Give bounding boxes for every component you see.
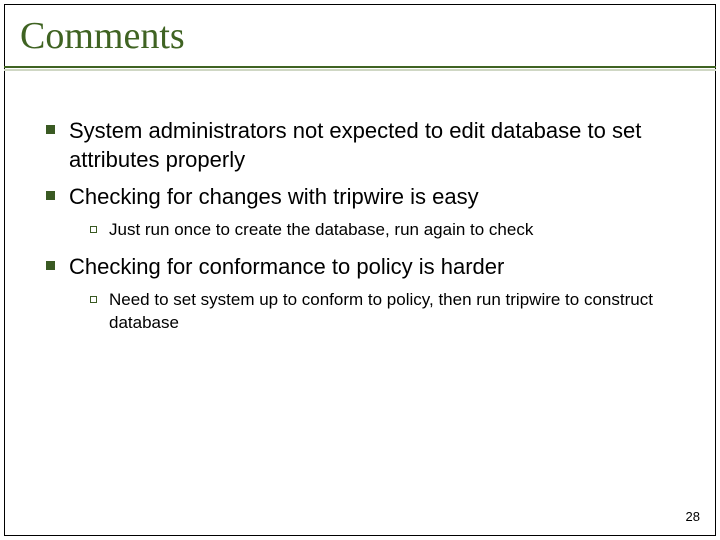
sub-list-item: Just run once to create the database, ru… xyxy=(90,219,684,242)
square-bullet-icon xyxy=(46,191,55,200)
bullet-list: Checking for conformance to policy is ha… xyxy=(46,252,684,281)
sub-list-item-text: Just run once to create the database, ru… xyxy=(109,219,533,242)
title-block: Comments xyxy=(18,14,702,66)
page-number: 28 xyxy=(686,509,700,524)
square-bullet-icon xyxy=(46,261,55,270)
list-item: Checking for conformance to policy is ha… xyxy=(46,252,684,281)
title-underline xyxy=(4,66,716,68)
list-item-text: Checking for changes with tripwire is ea… xyxy=(69,182,479,211)
sub-list-item: Need to set system up to conform to poli… xyxy=(90,289,684,335)
hollow-square-bullet-icon xyxy=(90,296,97,303)
square-bullet-icon xyxy=(46,125,55,134)
sub-bullet-list: Just run once to create the database, ru… xyxy=(90,219,684,242)
list-item: Checking for changes with tripwire is ea… xyxy=(46,182,684,211)
list-item-text: Checking for conformance to policy is ha… xyxy=(69,252,504,281)
sub-list-item-text: Need to set system up to conform to poli… xyxy=(109,289,684,335)
list-item: System administrators not expected to ed… xyxy=(46,116,684,174)
sub-bullet-list: Need to set system up to conform to poli… xyxy=(90,289,684,335)
page-title: Comments xyxy=(18,14,702,66)
list-item-text: System administrators not expected to ed… xyxy=(69,116,684,174)
bullet-list: System administrators not expected to ed… xyxy=(46,116,684,211)
title-underline-shadow xyxy=(4,69,716,71)
content-area: System administrators not expected to ed… xyxy=(18,76,702,335)
hollow-square-bullet-icon xyxy=(90,226,97,233)
